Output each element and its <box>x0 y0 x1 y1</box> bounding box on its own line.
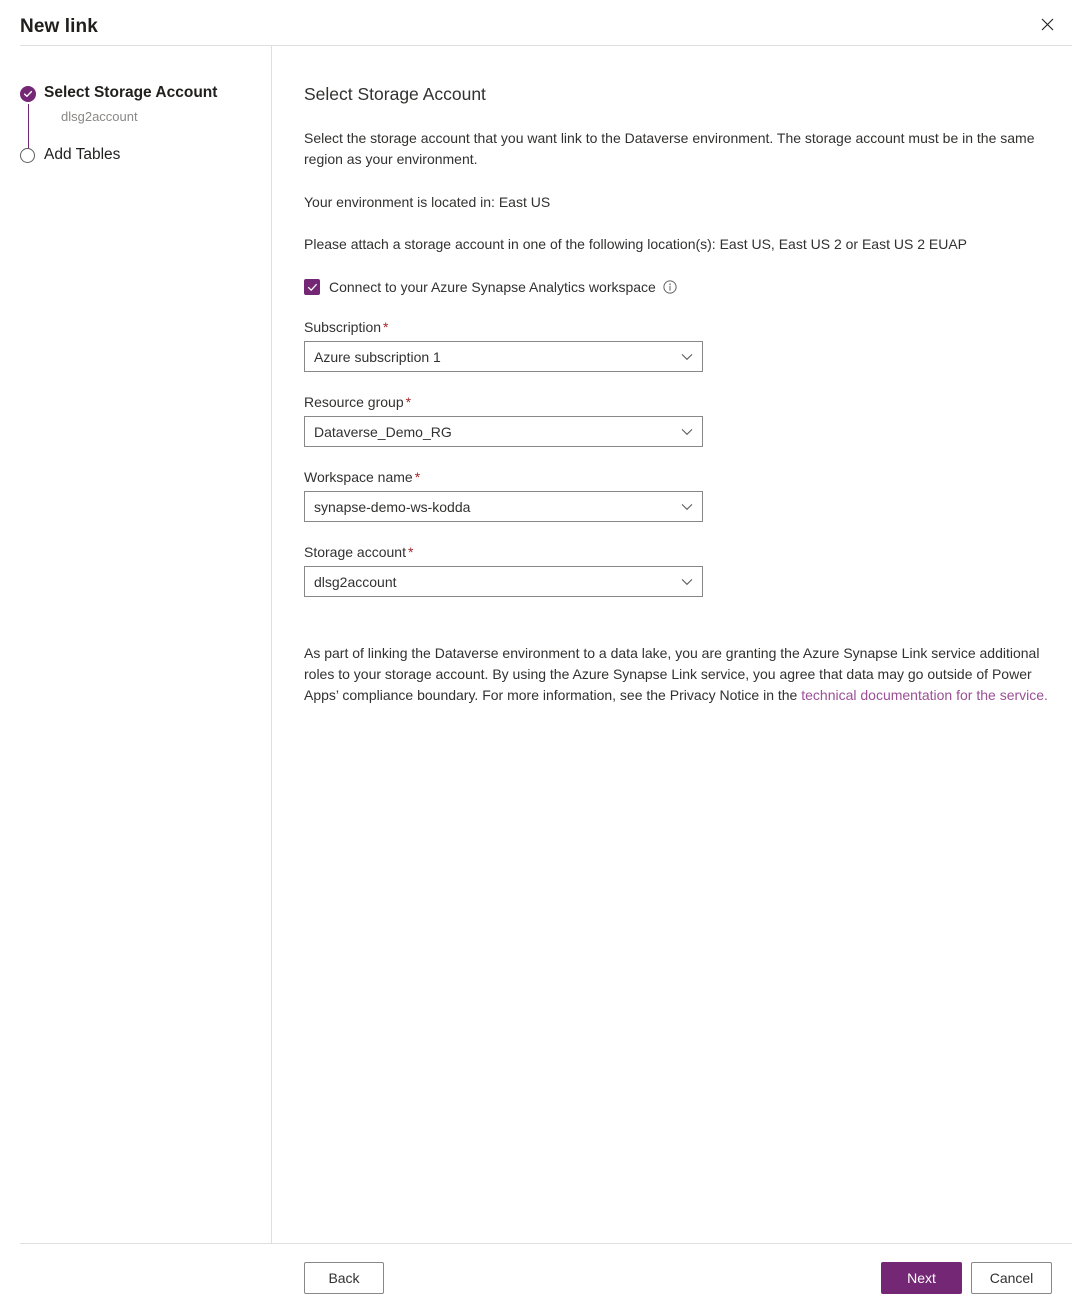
chevron-down-icon <box>672 428 702 436</box>
back-button[interactable]: Back <box>304 1262 384 1294</box>
chevron-down-icon <box>672 353 702 361</box>
subscription-value: Azure subscription 1 <box>314 348 441 365</box>
subscription-label: Subscription * <box>304 317 1049 337</box>
resource-group-dropdown[interactable]: Dataverse_Demo_RG <box>304 416 703 447</box>
required-asterisk: * <box>407 544 414 560</box>
workspace-name-label-text: Workspace name <box>304 469 413 485</box>
required-asterisk: * <box>383 319 389 335</box>
check-circle-icon <box>20 86 36 102</box>
wizard-rail: Select Storage Account dlsg2account Add … <box>0 46 271 1243</box>
field-storage-account: Storage account * dlsg2account <box>304 542 1049 597</box>
subscription-dropdown[interactable]: Azure subscription 1 <box>304 341 703 372</box>
step-body: Add Tables <box>44 144 120 166</box>
dialog-footer: Back Next Cancel <box>0 1244 1072 1300</box>
intro-text: Select the storage account that you want… <box>304 130 1035 167</box>
storage-account-label-text: Storage account <box>304 544 406 560</box>
technical-documentation-link[interactable]: technical documentation for the service. <box>801 687 1048 703</box>
dialog-title: New link <box>20 16 98 37</box>
synapse-workspace-checkbox-label[interactable]: Connect to your Azure Synapse Analytics … <box>329 277 656 297</box>
main-panel: Select Storage Account Select the storag… <box>272 46 1072 1243</box>
panel-content: Select Storage Account Select the storag… <box>304 82 1049 706</box>
info-icon[interactable] <box>663 280 677 294</box>
chevron-down-icon <box>672 503 702 511</box>
wizard-step-select-storage-account[interactable]: Select Storage Account dlsg2account <box>20 82 217 127</box>
step-marker <box>20 86 36 102</box>
storage-account-dropdown[interactable]: dlsg2account <box>304 566 703 597</box>
page-title: Select Storage Account <box>304 84 486 104</box>
field-subscription: Subscription * Azure subscription 1 <box>304 317 1049 372</box>
synapse-workspace-checkbox[interactable] <box>304 279 320 295</box>
chevron-down-icon <box>672 578 702 586</box>
required-asterisk: * <box>405 394 412 410</box>
storage-account-label: Storage account * <box>304 542 1049 562</box>
next-button[interactable]: Next <box>881 1262 962 1294</box>
close-icon <box>1041 18 1054 31</box>
wizard-step-label: Add Tables <box>44 146 121 163</box>
field-workspace-name: Workspace name * synapse-demo-ws-kodda <box>304 467 1049 522</box>
wizard-step-label: Select Storage Account <box>44 84 218 101</box>
empty-circle-icon <box>20 148 35 163</box>
subscription-label-text: Subscription <box>304 319 382 335</box>
consent-text: As part of linking the Dataverse environ… <box>304 643 1049 706</box>
workspace-name-value: synapse-demo-ws-kodda <box>314 498 471 515</box>
wizard-step-sublabel: dlsg2account <box>61 109 138 124</box>
environment-region-text: Your environment is located in: East US <box>304 194 551 210</box>
workspace-name-dropdown[interactable]: synapse-demo-ws-kodda <box>304 491 703 522</box>
storage-account-value: dlsg2account <box>314 573 397 590</box>
cancel-button[interactable]: Cancel <box>971 1262 1052 1294</box>
close-button[interactable] <box>1031 11 1063 37</box>
new-link-dialog: New link Select Storage Account dlsg2acc… <box>0 0 1072 1300</box>
step-body: Select Storage Account dlsg2account <box>44 82 217 127</box>
allowed-locations-text: Please attach a storage account in one o… <box>304 236 968 252</box>
required-asterisk: * <box>414 469 421 485</box>
checkmark-icon <box>307 283 317 291</box>
resource-group-label-text: Resource group <box>304 394 404 410</box>
wizard-step-add-tables[interactable]: Add Tables <box>20 144 120 166</box>
workspace-name-label: Workspace name * <box>304 467 1049 487</box>
step-marker <box>20 148 36 164</box>
field-resource-group: Resource group * Dataverse_Demo_RG <box>304 392 1049 447</box>
synapse-workspace-checkbox-row[interactable]: Connect to your Azure Synapse Analytics … <box>304 277 1049 297</box>
resource-group-value: Dataverse_Demo_RG <box>314 423 452 440</box>
resource-group-label: Resource group * <box>304 392 1049 412</box>
dialog-header: New link <box>0 0 1072 46</box>
